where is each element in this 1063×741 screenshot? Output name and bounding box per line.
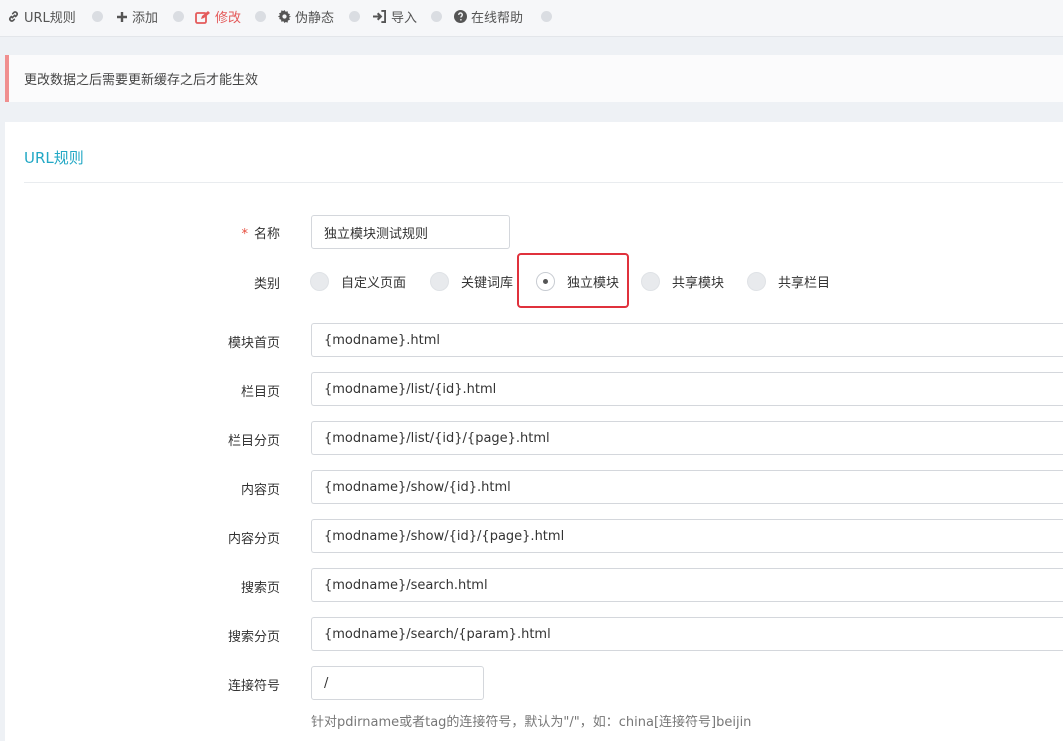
- radio-shared-column[interactable]: 共享栏目: [747, 270, 830, 292]
- radio-circle[interactable]: [747, 271, 766, 291]
- toolbar-rewrite[interactable]: 伪静态: [278, 0, 334, 33]
- toolbar-add[interactable]: 添加: [116, 0, 158, 33]
- separator-dot: [173, 11, 184, 22]
- edit-icon: [195, 10, 210, 24]
- name-label: * 名称: [0, 223, 280, 242]
- radio-label: 共享模块: [672, 275, 725, 291]
- radio-label: 自定义页面: [341, 275, 407, 291]
- gear-icon: [278, 10, 291, 23]
- radio-keyword-library[interactable]: 关键词库: [430, 270, 513, 292]
- separator-dot: [349, 11, 360, 22]
- panel-divider: [24, 182, 1063, 183]
- field-label-module-home: 模块首页: [227, 336, 280, 351]
- content-paging-input[interactable]: [311, 519, 1063, 553]
- toolbar-import[interactable]: 导入: [372, 0, 417, 33]
- separator-dot: [92, 11, 103, 22]
- separator-dot: [431, 11, 442, 22]
- toolbar-url-rules[interactable]: URL规则: [7, 0, 76, 33]
- separator-dot: [541, 11, 552, 22]
- question-circle-icon: [454, 10, 467, 23]
- name-label-text: 名称: [253, 227, 280, 242]
- field-label-search-paging: 搜索分页: [227, 630, 280, 645]
- toolbar-help[interactable]: 在线帮助: [454, 0, 523, 33]
- radio-shared-module[interactable]: 共享模块: [641, 270, 724, 292]
- radio-custom-page[interactable]: 自定义页面: [310, 270, 406, 292]
- module-home-input[interactable]: [311, 323, 1063, 357]
- category-label: 类别: [253, 277, 280, 292]
- toolbar-item-label: 修改: [215, 11, 242, 26]
- field-label-content-page: 内容页: [240, 483, 280, 498]
- radio-label: 共享栏目: [778, 275, 831, 291]
- radio-circle[interactable]: [310, 271, 329, 291]
- selection-highlight-box: [517, 253, 629, 308]
- field-label-separator: 连接符号: [227, 679, 280, 694]
- field-label-column-page: 栏目页: [240, 385, 280, 400]
- field-label-column-paging: 栏目分页: [227, 434, 280, 449]
- field-label-search-page: 搜索页: [240, 581, 280, 596]
- toolbar-item-label: 伪静态: [295, 11, 335, 26]
- content-page-input[interactable]: [311, 470, 1063, 504]
- search-page-input[interactable]: [311, 568, 1063, 602]
- column-page-input[interactable]: [311, 372, 1063, 406]
- required-mark: *: [241, 227, 248, 242]
- notice-text: 更改数据之后需要更新缓存之后才能生效: [24, 73, 259, 88]
- toolbar-item-label: URL规则: [24, 11, 76, 26]
- separator-help-text: 针对pdirname或者tag的连接符号，默认为"/"，如：china[连接符号…: [311, 715, 752, 730]
- radio-circle[interactable]: [641, 271, 660, 291]
- link-icon: [9, 11, 18, 22]
- toolbar-item-label: 添加: [132, 11, 159, 26]
- column-paging-input[interactable]: [311, 421, 1063, 455]
- separator-dot: [255, 11, 266, 22]
- plus-icon: [117, 11, 127, 22]
- separator-input[interactable]: [311, 666, 484, 700]
- search-paging-input[interactable]: [311, 617, 1063, 651]
- sign-in-icon: [373, 10, 386, 23]
- cache-notice: 更改数据之后需要更新缓存之后才能生效: [5, 55, 1063, 102]
- field-label-content-paging: 内容分页: [227, 532, 280, 547]
- name-input[interactable]: [311, 215, 510, 249]
- toolbar-item-label: 导入: [391, 11, 418, 26]
- toolbar: URL规则 添加 修改 伪静态 导入 在线帮助: [0, 0, 1063, 37]
- radio-circle[interactable]: [430, 271, 449, 291]
- panel-title: URL规则: [24, 149, 84, 167]
- toolbar-item-label: 在线帮助: [471, 11, 524, 26]
- toolbar-edit[interactable]: 修改: [195, 0, 241, 33]
- radio-label: 关键词库: [461, 275, 514, 291]
